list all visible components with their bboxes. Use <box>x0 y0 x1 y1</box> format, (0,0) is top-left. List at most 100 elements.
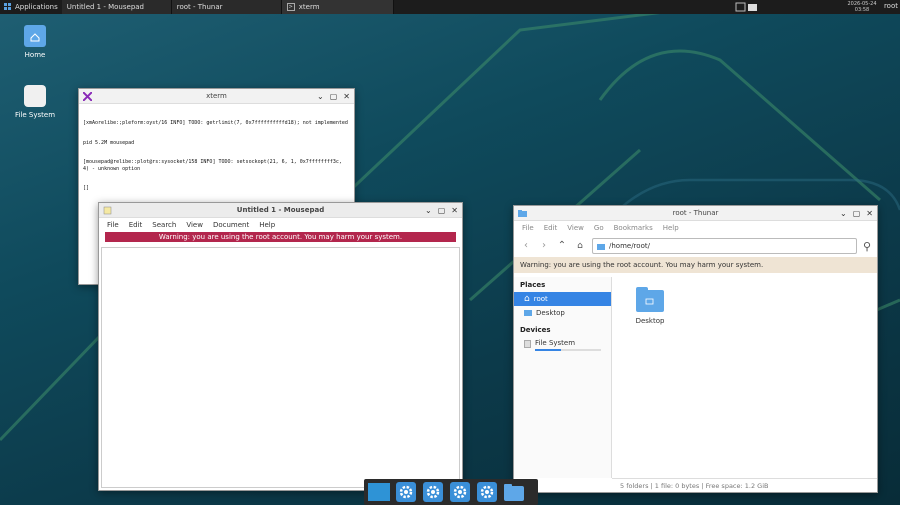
location-path: /home/root/ <box>609 242 650 250</box>
desktop-icon-filesystem[interactable]: File System <box>5 85 65 119</box>
xterm-titlebar[interactable]: xterm ⌄ ▢ ✕ <box>79 89 354 104</box>
thunar-window: root - Thunar ⌄ ▢ ✕ File Edit View Go Bo… <box>513 205 878 493</box>
root-warning-banner: Warning: you are using the root account.… <box>514 257 877 273</box>
menu-edit[interactable]: Edit <box>544 224 558 232</box>
dock-item-files[interactable] <box>502 481 526 503</box>
clock[interactable]: 2026-05-24 03:58 <box>842 0 882 14</box>
folder-icon <box>597 243 605 250</box>
forward-icon[interactable]: › <box>538 240 550 252</box>
folder-icon <box>518 210 527 217</box>
drive-icon <box>24 85 46 107</box>
mousepad-menubar: File Edit Search View Document Help <box>99 218 462 232</box>
sidebar-item-label: File System <box>535 339 576 347</box>
apps-menu-icon <box>4 3 11 10</box>
menu-file[interactable]: File <box>522 224 534 232</box>
places-header: Places <box>520 281 546 289</box>
terminal-cursor: [] <box>83 185 90 191</box>
up-icon[interactable]: ⌃ <box>556 240 568 252</box>
home-icon[interactable]: ⌂ <box>574 240 586 252</box>
dock-item-settings-4[interactable] <box>475 481 499 503</box>
back-icon[interactable]: ‹ <box>520 240 532 252</box>
text-editor-area[interactable] <box>101 247 460 488</box>
dock <box>364 479 538 505</box>
maximize-icon[interactable]: ▢ <box>438 206 446 215</box>
sidebar-item-desktop[interactable]: Desktop <box>514 306 611 320</box>
applications-menu[interactable]: Applications <box>0 0 62 14</box>
window-title: Untitled 1 - Mousepad <box>236 206 325 214</box>
menu-view[interactable]: View <box>567 224 584 232</box>
xterm-icon <box>83 92 92 101</box>
gear-icon <box>396 482 416 502</box>
sidebar-item-label: Desktop <box>536 309 565 317</box>
user-label[interactable]: root <box>884 2 898 10</box>
gear-icon <box>477 482 497 502</box>
applications-label: Applications <box>15 3 58 11</box>
top-panel: Applications Untitled 1 - Mousepad root … <box>0 0 900 14</box>
task-mousepad[interactable]: Untitled 1 - Mousepad <box>61 0 172 14</box>
menu-go[interactable]: Go <box>594 224 604 232</box>
mousepad-icon <box>103 206 112 215</box>
dock-item-settings-2[interactable] <box>421 481 445 503</box>
task-label: xterm <box>298 3 320 11</box>
menu-help[interactable]: Help <box>259 221 275 229</box>
root-warning-banner: Warning: you are using the root account.… <box>105 232 456 242</box>
devices-header: Devices <box>520 326 551 334</box>
dock-item-desktop[interactable] <box>367 481 391 503</box>
close-icon[interactable]: ✕ <box>343 92 350 101</box>
file-item-label: Desktop <box>635 317 665 325</box>
folder-icon <box>504 484 524 501</box>
disk-usage-bar <box>535 349 601 351</box>
side-pane: Places ⌂ root Desktop Devices File Syste… <box>514 277 612 478</box>
home-folder-icon <box>24 25 46 47</box>
thunar-titlebar[interactable]: root - Thunar ⌄ ▢ ✕ <box>514 206 877 221</box>
file-view[interactable]: Desktop <box>612 277 877 478</box>
task-xterm[interactable]: > xterm <box>281 0 394 14</box>
folder-icon <box>636 287 664 312</box>
desktop-icon <box>524 310 532 316</box>
mousepad-window: Untitled 1 - Mousepad ⌄ ▢ ✕ File Edit Se… <box>98 202 463 491</box>
desktop-icon-home[interactable]: Home <box>5 25 65 59</box>
menu-document[interactable]: Document <box>213 221 249 229</box>
minimize-icon[interactable]: ⌄ <box>425 206 432 215</box>
menu-search[interactable]: Search <box>152 221 176 229</box>
clock-time: 03:58 <box>854 7 870 13</box>
thunar-menubar: File Edit View Go Bookmarks Help <box>514 221 877 235</box>
gear-icon <box>423 482 443 502</box>
status-bar: 5 folders | 1 file: 0 bytes | Free space… <box>612 478 877 492</box>
task-thunar[interactable]: root - Thunar <box>171 0 282 14</box>
search-icon[interactable]: ⚲ <box>863 240 871 253</box>
task-label: root - Thunar <box>176 3 223 11</box>
menu-file[interactable]: File <box>107 221 119 229</box>
sidebar-item-filesystem[interactable]: File System <box>514 337 611 355</box>
desktop-icon-label: Home <box>24 51 46 59</box>
workspace-icon <box>735 2 757 12</box>
terminal-line: [mousepad@relibe::plot@rs:sysocket/158 I… <box>83 159 345 172</box>
terminal-line: pid 5.2M mousepad <box>83 139 135 146</box>
menu-view[interactable]: View <box>186 221 203 229</box>
maximize-icon[interactable]: ▢ <box>853 209 861 218</box>
close-icon[interactable]: ✕ <box>451 206 458 215</box>
minimize-icon[interactable]: ⌄ <box>317 92 324 101</box>
task-label: Untitled 1 - Mousepad <box>66 3 144 11</box>
menu-bookmarks[interactable]: Bookmarks <box>614 224 653 232</box>
dock-item-settings-3[interactable] <box>448 481 472 503</box>
menu-edit[interactable]: Edit <box>129 221 143 229</box>
menu-help[interactable]: Help <box>663 224 679 232</box>
gear-icon <box>450 482 470 502</box>
sidebar-item-root[interactable]: ⌂ root <box>514 292 611 306</box>
terminal-line: [xmAorelibe:;pleform:oyst/16 INFO] TODO:… <box>83 120 348 126</box>
terminal-output[interactable]: [xmAorelibe:;pleform:oyst/16 INFO] TODO:… <box>79 104 354 208</box>
dock-item-settings-1[interactable] <box>394 481 418 503</box>
file-item[interactable]: Desktop <box>632 285 668 325</box>
show-desktop-icon <box>368 483 390 501</box>
thunar-toolbar: ‹ › ⌃ ⌂ /home/root/ ⚲ <box>514 235 877 257</box>
minimize-icon[interactable]: ⌄ <box>840 209 847 218</box>
location-bar[interactable]: /home/root/ <box>592 238 857 254</box>
mousepad-titlebar[interactable]: Untitled 1 - Mousepad ⌄ ▢ ✕ <box>99 203 462 218</box>
window-title: root - Thunar <box>672 209 719 217</box>
close-icon[interactable]: ✕ <box>866 209 873 218</box>
sidebar-item-label: root <box>533 295 548 303</box>
workspace-switcher[interactable] <box>735 2 759 12</box>
maximize-icon[interactable]: ▢ <box>330 92 338 101</box>
home-icon: ⌂ <box>524 294 530 304</box>
